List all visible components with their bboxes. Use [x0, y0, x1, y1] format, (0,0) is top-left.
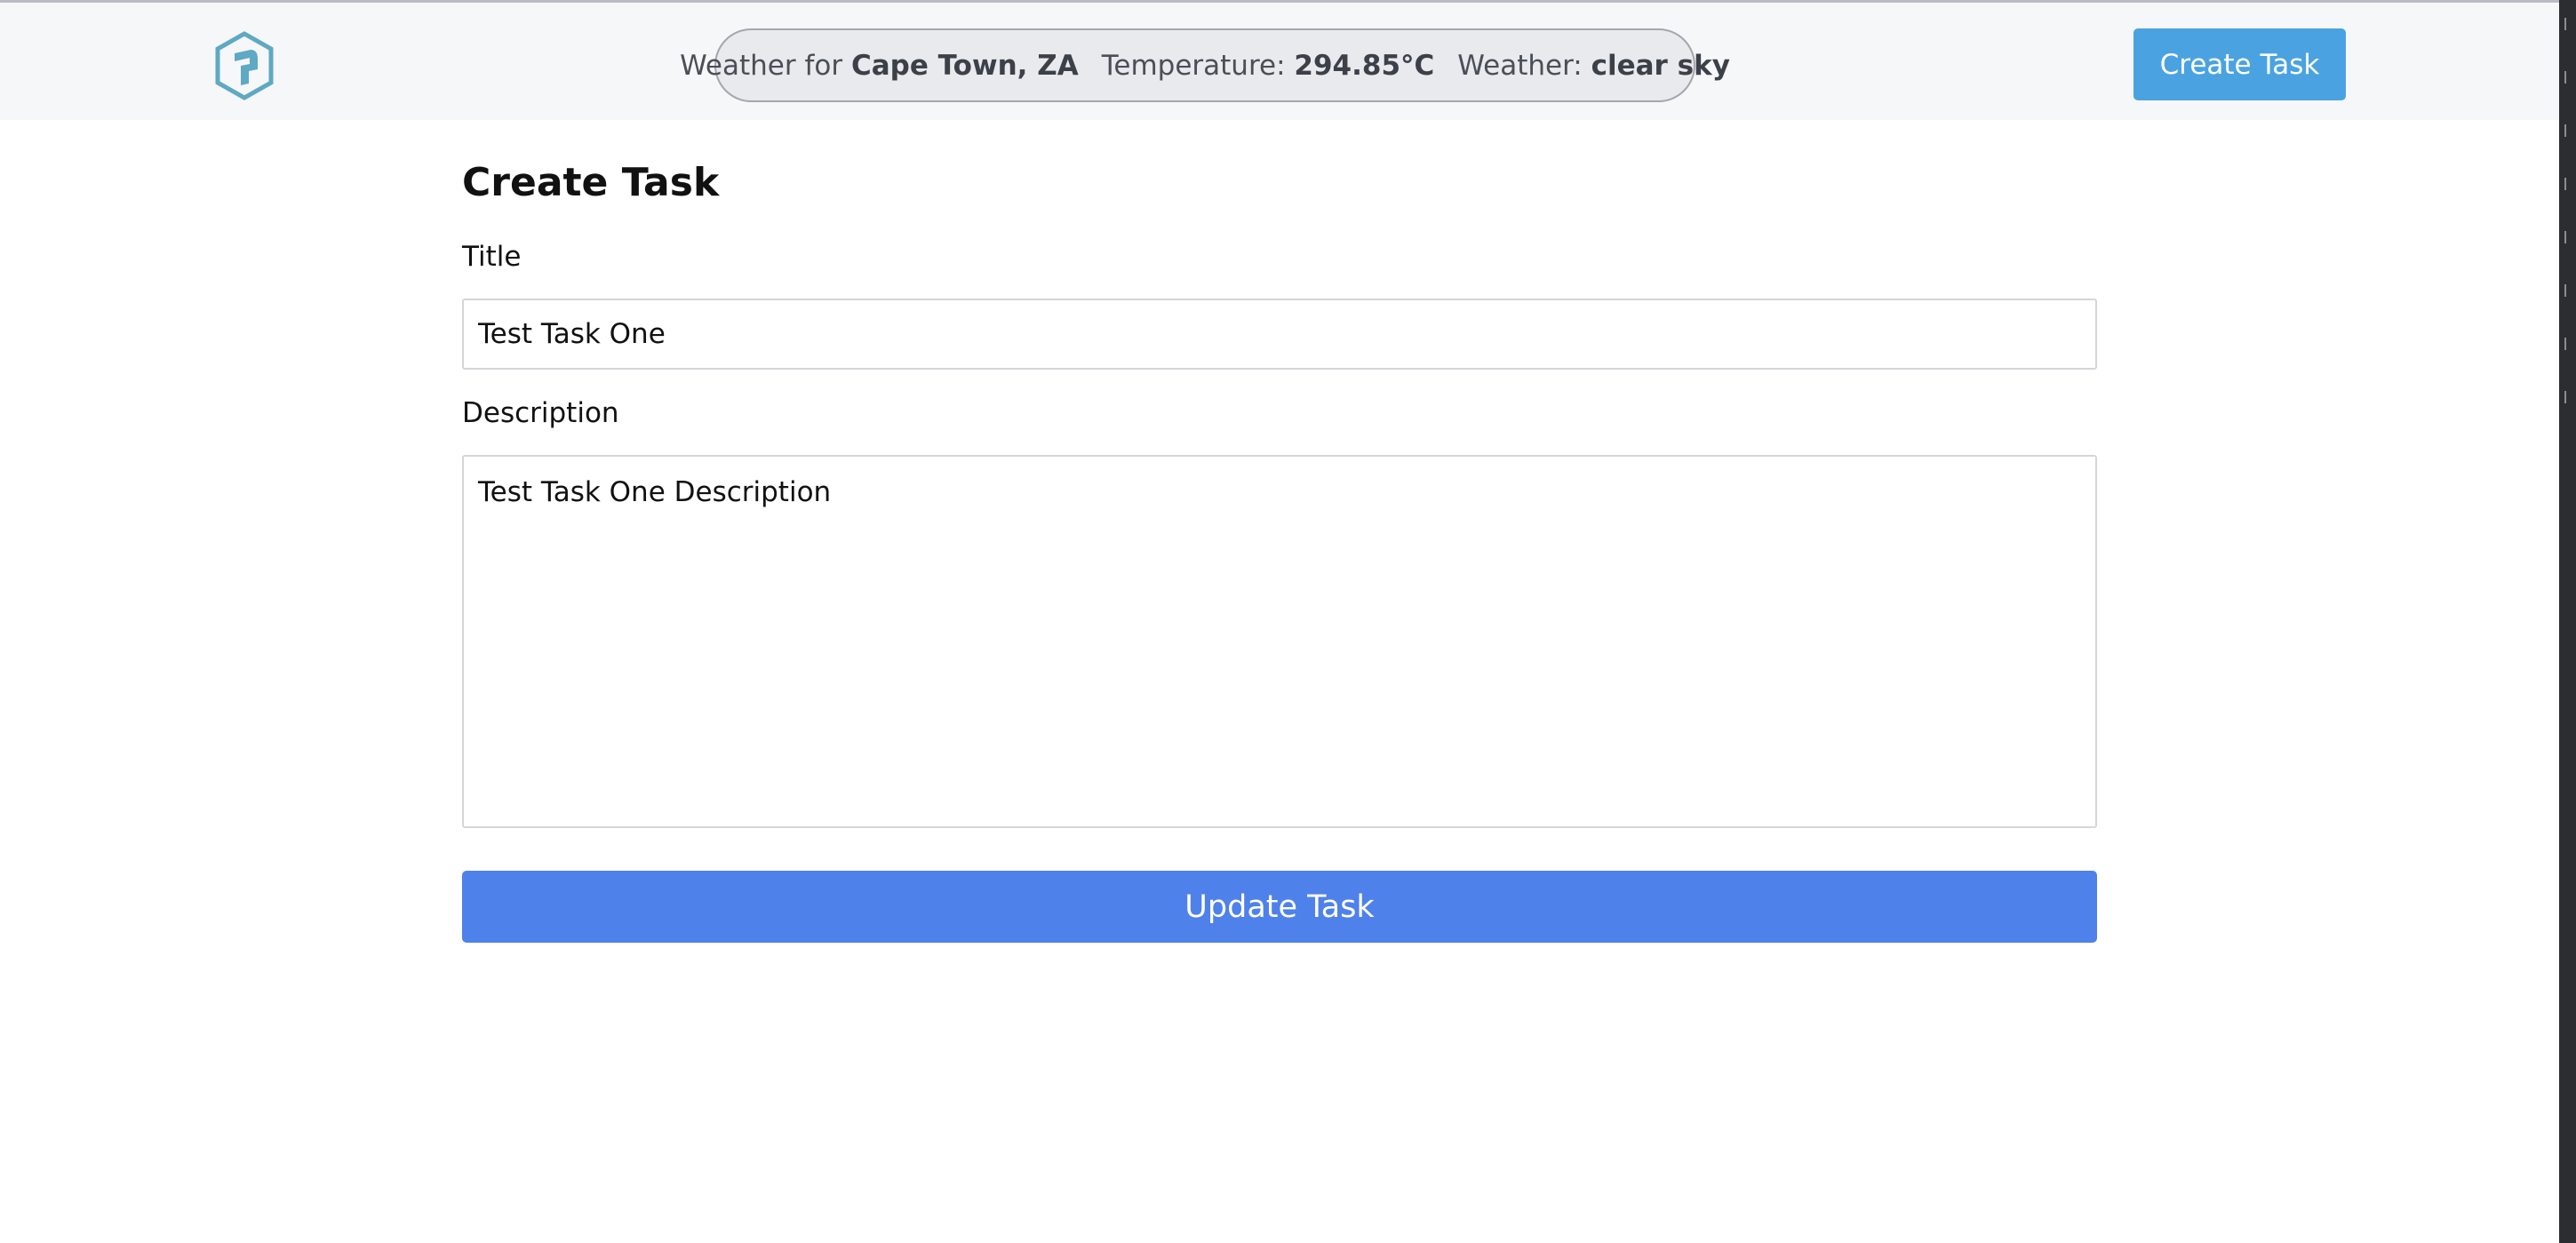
- edge-mark: [2564, 18, 2571, 30]
- weather-location-value: Cape Town, ZA: [850, 49, 1079, 82]
- weather-temperature: Temperature: 294.85°C: [1102, 50, 1435, 82]
- hexagon-logo-icon[interactable]: [213, 30, 275, 101]
- edge-mark: [2564, 338, 2571, 350]
- description-label: Description: [462, 397, 619, 429]
- edge-mark: [2564, 71, 2571, 84]
- create-task-nav-button[interactable]: Create Task: [2133, 28, 2346, 100]
- weather-condition: Weather: clear sky: [1457, 50, 1730, 82]
- navbar: Weather for Cape Town, ZA Temperature: 2…: [0, 3, 2576, 120]
- title-input[interactable]: [462, 299, 2097, 370]
- weather-banner: Weather for Cape Town, ZA Temperature: 2…: [680, 28, 1730, 102]
- edge-mark: [2564, 391, 2571, 403]
- weather-location: Weather for Cape Town, ZA: [680, 50, 1079, 82]
- title-label: Title: [462, 241, 522, 273]
- temperature-value: 294.85°C: [1294, 49, 1435, 82]
- update-task-button[interactable]: Update Task: [462, 871, 2097, 943]
- window-edge-strip: [2559, 0, 2576, 1243]
- edge-mark: [2564, 284, 2571, 297]
- weather-prefix: Weather for: [680, 49, 843, 82]
- temperature-label: Temperature:: [1101, 49, 1286, 82]
- description-textarea[interactable]: Test Task One Description: [462, 455, 2097, 828]
- condition-value: clear sky: [1591, 49, 1730, 82]
- condition-label: Weather:: [1457, 49, 1583, 82]
- page: Weather for Cape Town, ZA Temperature: 2…: [0, 0, 2576, 1243]
- page-title: Create Task: [462, 160, 720, 205]
- edge-mark: [2564, 178, 2571, 190]
- edge-mark: [2564, 124, 2571, 137]
- edge-mark: [2564, 231, 2571, 243]
